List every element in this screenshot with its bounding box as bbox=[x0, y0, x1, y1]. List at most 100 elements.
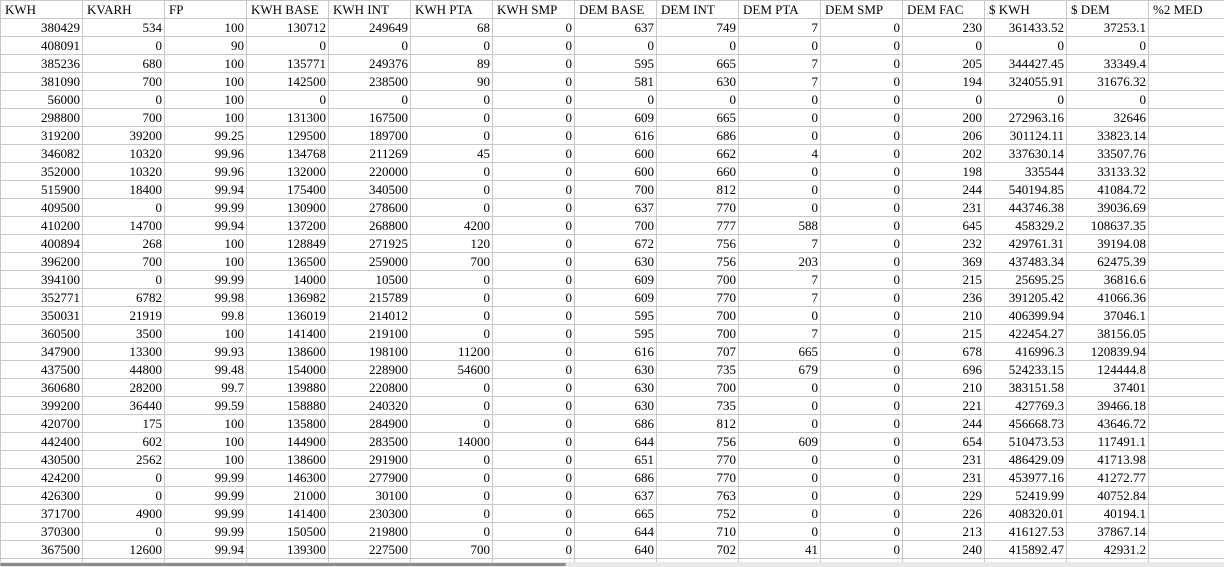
table-cell[interactable]: 284900 bbox=[328, 414, 411, 433]
table-cell[interactable]: 410200 bbox=[0, 216, 83, 235]
table-cell[interactable]: 515900 bbox=[0, 180, 83, 199]
table-cell[interactable]: 408320.01 bbox=[984, 504, 1067, 523]
table-cell[interactable]: 99.8 bbox=[164, 306, 247, 325]
table-cell[interactable]: 0 bbox=[820, 540, 903, 559]
table-cell[interactable]: 408091 bbox=[0, 36, 83, 55]
table-cell[interactable] bbox=[1148, 504, 1224, 523]
table-cell[interactable]: 131300 bbox=[246, 108, 329, 127]
table-cell[interactable]: 678 bbox=[902, 342, 985, 361]
table-cell[interactable]: 0 bbox=[410, 180, 493, 199]
table-cell[interactable]: 41272.77 bbox=[1066, 468, 1149, 487]
table-cell[interactable]: 0 bbox=[82, 486, 165, 505]
table-cell[interactable]: 346082 bbox=[0, 144, 83, 163]
table-cell[interactable]: 0 bbox=[492, 504, 575, 523]
table-cell[interactable]: 458329.2 bbox=[984, 216, 1067, 235]
table-cell[interactable]: 238500 bbox=[328, 72, 411, 91]
table-cell[interactable]: 367500 bbox=[0, 540, 83, 559]
table-cell[interactable]: 0 bbox=[820, 198, 903, 217]
table-cell[interactable]: 595 bbox=[574, 324, 657, 343]
table-cell[interactable]: 203 bbox=[738, 252, 821, 271]
table-cell[interactable]: 38156.05 bbox=[1066, 324, 1149, 343]
table-cell[interactable]: 129500 bbox=[246, 126, 329, 145]
column-header[interactable]: DEM SMP bbox=[820, 0, 903, 19]
table-cell[interactable]: 0 bbox=[820, 504, 903, 523]
table-cell[interactable]: 7 bbox=[738, 288, 821, 307]
table-cell[interactable]: 240 bbox=[902, 540, 985, 559]
table-cell[interactable]: 12600 bbox=[82, 540, 165, 559]
table-cell[interactable]: 812 bbox=[656, 180, 739, 199]
table-cell[interactable]: 595 bbox=[574, 306, 657, 325]
table-cell[interactable] bbox=[1148, 396, 1224, 415]
table-cell[interactable]: 271925 bbox=[328, 234, 411, 253]
table-cell[interactable]: 277900 bbox=[328, 468, 411, 487]
table-cell[interactable]: 211269 bbox=[328, 144, 411, 163]
table-cell[interactable]: 134768 bbox=[246, 144, 329, 163]
table-cell[interactable]: 236 bbox=[902, 288, 985, 307]
table-cell[interactable]: 0 bbox=[492, 468, 575, 487]
table-cell[interactable]: 135771 bbox=[246, 54, 329, 73]
table-cell[interactable]: 100 bbox=[164, 234, 247, 253]
table-cell[interactable]: 777 bbox=[656, 216, 739, 235]
table-cell[interactable]: 298800 bbox=[0, 108, 83, 127]
table-cell[interactable]: 0 bbox=[492, 378, 575, 397]
table-cell[interactable]: 337630.14 bbox=[984, 144, 1067, 163]
column-header[interactable]: DEM FAC bbox=[902, 0, 985, 19]
table-cell[interactable]: 14000 bbox=[410, 432, 493, 451]
table-cell[interactable]: 630 bbox=[574, 252, 657, 271]
table-cell[interactable]: 175 bbox=[82, 414, 165, 433]
table-cell[interactable]: 399200 bbox=[0, 396, 83, 415]
table-cell[interactable]: 0 bbox=[410, 378, 493, 397]
table-cell[interactable]: 189700 bbox=[328, 126, 411, 145]
table-cell[interactable]: 0 bbox=[820, 360, 903, 379]
table-cell[interactable]: 609 bbox=[574, 288, 657, 307]
table-cell[interactable]: 602 bbox=[82, 432, 165, 451]
table-cell[interactable]: 437500 bbox=[0, 360, 83, 379]
table-cell[interactable]: 249376 bbox=[328, 54, 411, 73]
table-cell[interactable]: 609 bbox=[738, 432, 821, 451]
table-cell[interactable]: 665 bbox=[656, 54, 739, 73]
table-cell[interactable]: 700 bbox=[82, 252, 165, 271]
table-cell[interactable]: 456668.73 bbox=[984, 414, 1067, 433]
table-cell[interactable]: 637 bbox=[574, 198, 657, 217]
table-cell[interactable]: 660 bbox=[656, 162, 739, 181]
table-cell[interactable]: 100 bbox=[164, 90, 247, 109]
table-cell[interactable]: 132000 bbox=[246, 162, 329, 181]
table-cell[interactable]: 415892.47 bbox=[984, 540, 1067, 559]
table-cell[interactable]: 202 bbox=[902, 144, 985, 163]
table-cell[interactable]: 383151.58 bbox=[984, 378, 1067, 397]
table-cell[interactable]: 135800 bbox=[246, 414, 329, 433]
table-cell[interactable]: 291900 bbox=[328, 450, 411, 469]
table-cell[interactable]: 420700 bbox=[0, 414, 83, 433]
table-cell[interactable]: 249649 bbox=[328, 18, 411, 37]
table-cell[interactable]: 7 bbox=[738, 18, 821, 37]
table-cell[interactable] bbox=[1148, 378, 1224, 397]
table-cell[interactable]: 616 bbox=[574, 342, 657, 361]
table-cell[interactable]: 36816.6 bbox=[1066, 270, 1149, 289]
table-cell[interactable]: 124444.8 bbox=[1066, 360, 1149, 379]
table-cell[interactable]: 7 bbox=[738, 270, 821, 289]
table-cell[interactable]: 0 bbox=[738, 180, 821, 199]
table-cell[interactable]: 630 bbox=[656, 72, 739, 91]
table-cell[interactable]: 752 bbox=[656, 504, 739, 523]
table-cell[interactable]: 710 bbox=[656, 522, 739, 541]
table-cell[interactable]: 213 bbox=[902, 522, 985, 541]
table-cell[interactable] bbox=[1148, 144, 1224, 163]
table-cell[interactable] bbox=[1148, 36, 1224, 55]
column-header[interactable]: KWH PTA bbox=[410, 0, 493, 19]
table-cell[interactable]: 100 bbox=[164, 252, 247, 271]
table-cell[interactable]: 198 bbox=[902, 162, 985, 181]
table-cell[interactable]: 68 bbox=[410, 18, 493, 37]
table-cell[interactable]: 0 bbox=[492, 324, 575, 343]
table-cell[interactable]: 227500 bbox=[328, 540, 411, 559]
table-cell[interactable]: 138600 bbox=[246, 342, 329, 361]
table-cell[interactable]: 4 bbox=[738, 144, 821, 163]
table-cell[interactable]: 700 bbox=[656, 306, 739, 325]
table-cell[interactable]: 99.96 bbox=[164, 144, 247, 163]
table-cell[interactable]: 244 bbox=[902, 180, 985, 199]
table-cell[interactable]: 0 bbox=[410, 522, 493, 541]
table-cell[interactable] bbox=[1148, 342, 1224, 361]
table-cell[interactable]: 609 bbox=[574, 270, 657, 289]
table-cell[interactable]: 409500 bbox=[0, 198, 83, 217]
table-cell[interactable]: 0 bbox=[820, 126, 903, 145]
table-cell[interactable]: 219800 bbox=[328, 522, 411, 541]
